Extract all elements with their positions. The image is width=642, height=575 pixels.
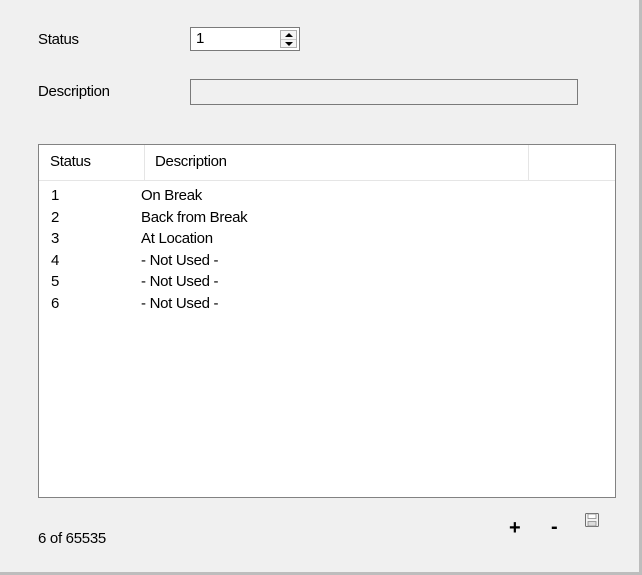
description-label: Description (38, 83, 110, 100)
row-description-cell: Back from Break (141, 208, 248, 226)
status-editor-panel: Status 1 Description Status Description … (0, 0, 642, 575)
row-status-cell: 1 (51, 187, 60, 204)
row-status-cell: 4 (51, 251, 60, 269)
description-field[interactable] (190, 79, 578, 105)
table-row[interactable]: 3 At Location (39, 228, 615, 250)
grid-header: Status Description (39, 145, 615, 181)
row-status-cell: 5 (51, 273, 60, 290)
spinner-down-button[interactable] (281, 39, 296, 48)
arrow-down-icon (284, 42, 293, 46)
table-row[interactable]: 2 Back from Break (39, 207, 615, 229)
status-grid[interactable]: Status Description 1 On Break 2 Back fro… (38, 144, 616, 498)
row-description-cell: - Not Used - (141, 273, 219, 290)
column-header-status[interactable]: Status (39, 145, 145, 180)
status-spinner-value[interactable]: 1 (196, 30, 204, 47)
row-description-cell: At Location (141, 230, 213, 247)
table-row[interactable]: 6 - Not Used - (39, 293, 615, 315)
column-header-empty (529, 145, 615, 180)
table-row[interactable]: 4 - Not Used - (39, 250, 615, 272)
row-status-cell: 3 (51, 230, 60, 247)
row-description-cell: - Not Used - (141, 251, 219, 269)
remove-button[interactable]: - (551, 517, 558, 537)
arrow-up-icon (284, 33, 293, 37)
table-row[interactable]: 5 - Not Used - (39, 271, 615, 293)
add-button[interactable]: + (509, 518, 521, 538)
spinner-buttons (280, 30, 297, 48)
row-description-cell: On Break (141, 187, 202, 204)
status-spinner[interactable]: 1 (190, 27, 300, 51)
spinner-up-button[interactable] (281, 31, 296, 39)
record-count: 6 of 65535 (38, 530, 106, 547)
row-description-cell: - Not Used - (141, 294, 219, 312)
status-label: Status (38, 31, 79, 48)
column-header-description[interactable]: Description (145, 145, 529, 180)
grid-rows: 1 On Break 2 Back from Break 3 At Locati… (39, 185, 615, 314)
row-status-cell: 6 (51, 294, 60, 312)
save-icon[interactable] (585, 513, 599, 527)
table-row[interactable]: 1 On Break (39, 185, 615, 207)
row-status-cell: 2 (51, 208, 60, 226)
